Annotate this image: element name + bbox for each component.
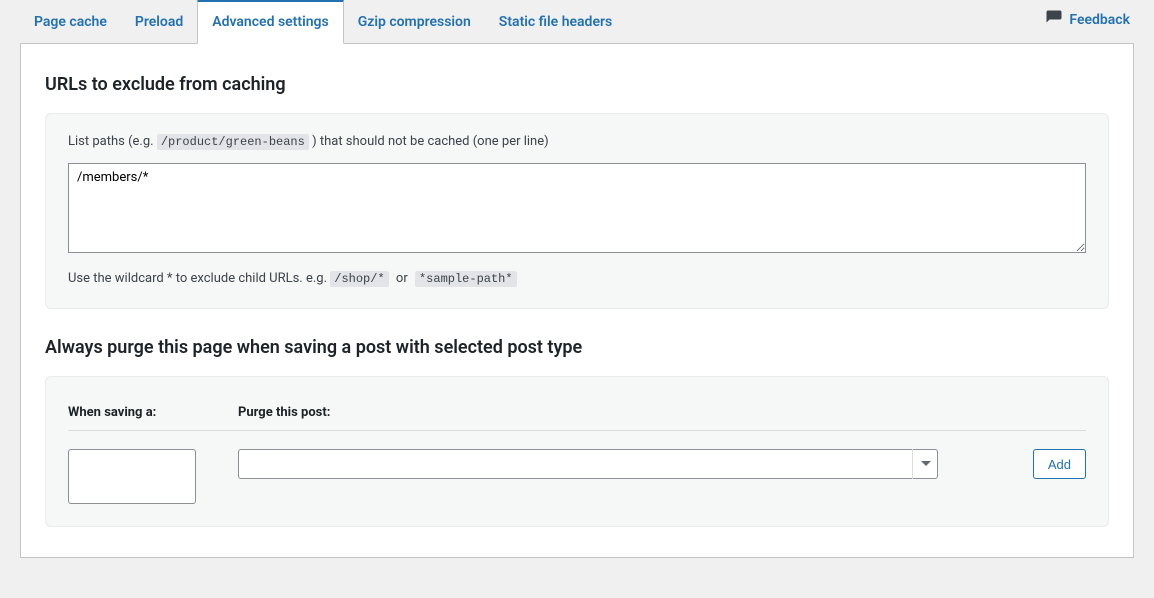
purge-post-select-wrap (238, 449, 938, 479)
tab-static-file-headers[interactable]: Static file headers (485, 2, 626, 43)
desc-suffix: ) that should not be cached (one per lin… (312, 134, 549, 149)
comment-icon (1045, 9, 1063, 31)
purge-heading: Always purge this page when saving a pos… (45, 337, 1109, 358)
column-header-purge-post: Purge this post: (238, 405, 1086, 420)
desc-prefix: List paths (e.g. (68, 134, 154, 149)
hint-example-1: /shop/* (330, 271, 388, 287)
exclude-urls-description: List paths (e.g. /product/green-beans ) … (68, 134, 1086, 149)
tab-advanced-settings[interactable]: Advanced settings (197, 0, 343, 44)
tab-gzip-compression[interactable]: Gzip compression (344, 2, 485, 43)
purge-header-row: When saving a: Purge this post: (68, 405, 1086, 431)
hint-prefix: Use the wildcard * to exclude child URLs… (68, 271, 327, 286)
exclude-urls-panel: List paths (e.g. /product/green-beans ) … (45, 113, 1109, 309)
exclude-paths-textarea[interactable] (68, 163, 1086, 253)
purge-body-row: Add (68, 449, 1086, 504)
post-type-select[interactable] (68, 449, 196, 504)
advanced-settings-content: URLs to exclude from caching List paths … (20, 44, 1134, 558)
settings-tabbar: Page cache Preload Advanced settings Gzi… (20, 0, 1134, 44)
add-button[interactable]: Add (1033, 449, 1086, 479)
feedback-label: Feedback (1069, 12, 1130, 28)
tab-page-cache[interactable]: Page cache (20, 2, 121, 43)
wildcard-hint: Use the wildcard * to exclude child URLs… (68, 271, 1086, 286)
example-path-code: /product/green-beans (157, 134, 309, 150)
purge-post-select[interactable] (238, 449, 938, 479)
hint-example-2: *sample-path* (415, 271, 517, 287)
hint-or: or (396, 271, 408, 286)
feedback-link[interactable]: Feedback (1041, 0, 1134, 43)
tab-preload[interactable]: Preload (121, 2, 197, 43)
purge-panel: When saving a: Purge this post: Add (45, 376, 1109, 527)
exclude-urls-heading: URLs to exclude from caching (45, 74, 1109, 95)
column-header-when-saving: When saving a: (68, 405, 238, 420)
